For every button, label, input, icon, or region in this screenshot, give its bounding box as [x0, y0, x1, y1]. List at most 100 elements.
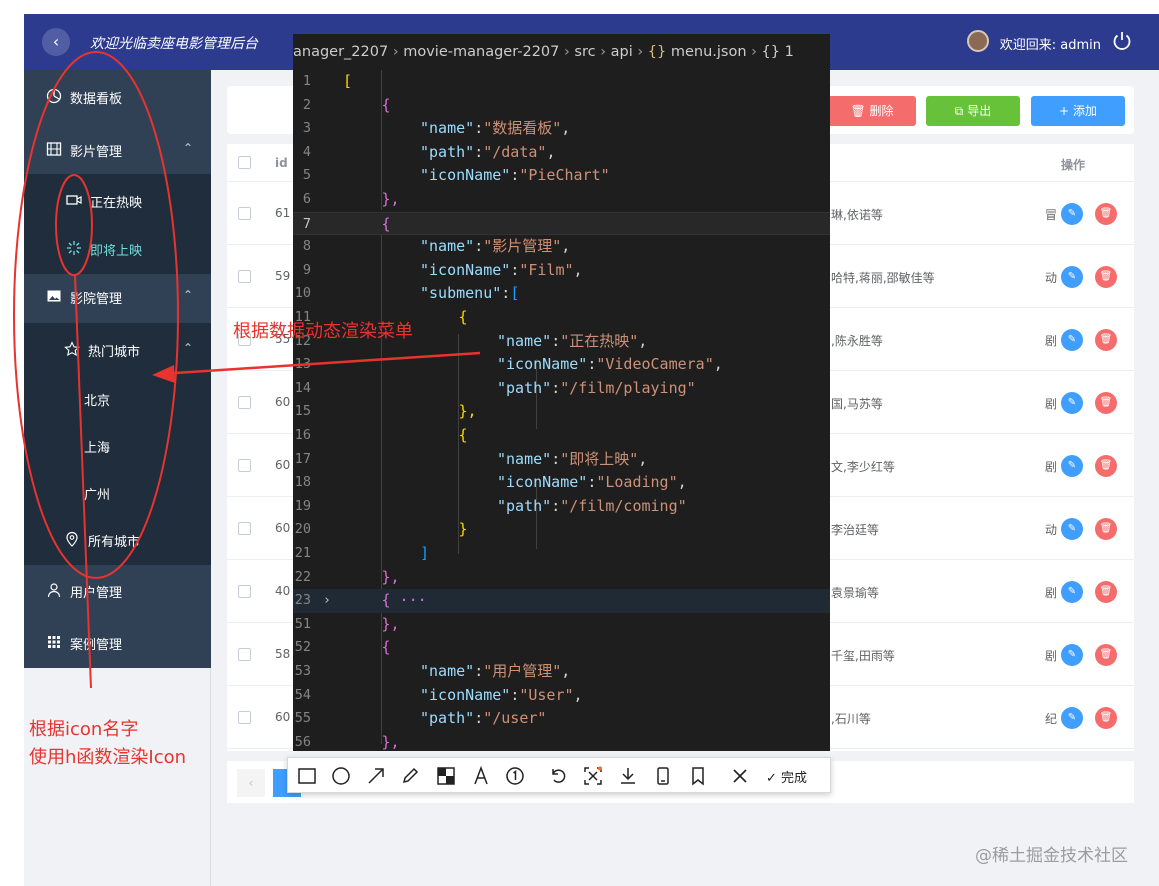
code-line[interactable]: 8 "name":"影片管理", [293, 235, 830, 259]
breadcrumb-item[interactable]: 1 [785, 44, 794, 60]
number-tool-icon[interactable] [505, 766, 525, 786]
row-delete-button[interactable]: 🗑︎ [1095, 707, 1117, 729]
code-text: "iconName":"User", [420, 685, 583, 704]
sidebar-item-guangzhou[interactable]: 广州 [24, 466, 211, 518]
code-line[interactable]: 53 "name":"用户管理", [293, 660, 830, 684]
delete-button[interactable]: 🗑︎ 删除 [828, 96, 916, 126]
row-delete-button[interactable]: 🗑︎ [1095, 518, 1117, 540]
code-line[interactable]: 18 "iconName":"Loading", [293, 471, 830, 495]
sidebar-item-shanghai[interactable]: 上海 [24, 419, 211, 471]
pen-tool-icon[interactable] [400, 766, 420, 786]
mosaic-tool-icon[interactable] [436, 766, 456, 786]
row-checkbox[interactable] [238, 711, 251, 724]
row-delete-button[interactable]: 🗑︎ [1095, 455, 1117, 477]
code-line[interactable]: 16 { [293, 424, 830, 448]
fold-chevron-icon[interactable]: › [323, 589, 331, 613]
sidebar-item-all-cities[interactable]: 所有城市 [24, 513, 211, 565]
code-line[interactable]: 54 "iconName":"User", [293, 684, 830, 708]
row-checkbox[interactable] [238, 522, 251, 535]
code-line[interactable]: 21] [293, 542, 830, 566]
sidebar-item-users[interactable]: 用户管理 [24, 564, 211, 616]
row-checkbox[interactable] [238, 270, 251, 283]
sidebar-item-cases[interactable]: 案例管理 [24, 616, 211, 668]
text-tool-icon[interactable] [471, 766, 491, 786]
undo-icon[interactable] [548, 766, 568, 786]
row-checkbox[interactable] [238, 459, 251, 472]
ellipse-tool-icon[interactable] [331, 766, 351, 786]
edit-button[interactable]: ✎ [1061, 266, 1083, 288]
code-line[interactable]: 51}, [293, 613, 830, 637]
row-delete-button[interactable]: 🗑︎ [1095, 266, 1117, 288]
sidebar-item-cinema[interactable]: 影院管理 ⌃ [24, 270, 211, 322]
code-line[interactable]: 55 "path":"/user" [293, 707, 830, 731]
sidebar-item-film[interactable]: 影片管理 ⌃ [24, 123, 211, 175]
cell-id: 60 [275, 395, 291, 409]
rectangle-tool-icon[interactable] [297, 766, 317, 786]
arrow-tool-icon[interactable] [366, 766, 386, 786]
breadcrumb-item[interactable]: anager_2207 [293, 44, 388, 60]
code-line[interactable]: 20} [293, 518, 830, 542]
edit-button[interactable]: ✎ [1061, 518, 1083, 540]
close-icon[interactable] [730, 766, 750, 786]
code-line[interactable]: 14 "path":"/film/playing" [293, 377, 830, 401]
code-line[interactable]: 10 "submenu":[ [293, 282, 830, 306]
row-checkbox[interactable] [238, 207, 251, 220]
download-icon[interactable] [618, 766, 638, 786]
code-line[interactable]: 56}, [293, 731, 830, 751]
row-delete-button[interactable]: 🗑︎ [1095, 644, 1117, 666]
phone-icon[interactable] [653, 766, 673, 786]
code-line[interactable]: 15}, [293, 400, 830, 424]
sidebar-item-coming[interactable]: 即将上映 [24, 222, 211, 274]
ocr-icon[interactable] [583, 766, 603, 786]
code-line[interactable]: 9 "iconName":"Film", [293, 259, 830, 283]
avatar[interactable] [967, 30, 989, 52]
breadcrumb-item[interactable]: src [574, 44, 595, 60]
sidebar-item-hot-cities[interactable]: 热门城市 ⌃ [24, 323, 211, 375]
code-line[interactable]: 17 "name":"即将上映", [293, 448, 830, 472]
code-line[interactable]: 13 "iconName":"VideoCamera", [293, 353, 830, 377]
edit-button[interactable]: ✎ [1061, 329, 1083, 351]
prev-page-button[interactable]: ‹ [237, 769, 265, 797]
code-line[interactable]: 22}, [293, 566, 830, 590]
sidebar-item-beijing[interactable]: 北京 [24, 372, 211, 424]
power-icon[interactable] [1111, 30, 1133, 52]
select-all-checkbox[interactable] [238, 156, 251, 169]
row-delete-button[interactable]: 🗑︎ [1095, 329, 1117, 351]
code-line[interactable]: 3 "name":"数据看板", [293, 117, 830, 141]
row-checkbox[interactable] [238, 396, 251, 409]
finish-button[interactable]: ✓ 完成 [766, 767, 807, 786]
code-line[interactable]: 1[ [293, 70, 830, 94]
json-punct: , [561, 119, 571, 138]
pin-icon[interactable] [688, 766, 708, 786]
code-line[interactable]: 2{ [293, 94, 830, 118]
code-line[interactable]: 4 "path":"/data", [293, 141, 830, 165]
edit-button[interactable]: ✎ [1061, 644, 1083, 666]
row-delete-button[interactable]: 🗑︎ [1095, 392, 1117, 414]
edit-button[interactable]: ✎ [1061, 581, 1083, 603]
code-text: "path":"/user" [420, 709, 547, 728]
sidebar-item-playing[interactable]: 正在热映 [24, 174, 211, 226]
export-button[interactable]: ⧉ 导出 [926, 96, 1020, 126]
breadcrumb-item[interactable]: menu.json [671, 44, 747, 60]
edit-button[interactable]: ✎ [1061, 392, 1083, 414]
trash-icon: 🗑︎ [850, 104, 866, 118]
code-line[interactable]: 7{ [293, 211, 830, 236]
row-delete-button[interactable]: 🗑︎ [1095, 581, 1117, 603]
code-line[interactable]: 52 { [293, 636, 830, 660]
row-delete-button[interactable]: 🗑︎ [1095, 203, 1117, 225]
breadcrumb-item[interactable]: api [611, 44, 633, 60]
sidebar-item-dashboard[interactable]: 数据看板 [24, 70, 211, 122]
collapse-button[interactable]: ‹ [42, 28, 70, 56]
edit-button[interactable]: ✎ [1061, 455, 1083, 477]
code-line[interactable]: 5 "iconName":"PieChart" [293, 164, 830, 188]
edit-button[interactable]: ✎ [1061, 203, 1083, 225]
code-line[interactable]: 23 › { ··· [293, 589, 830, 613]
code-line[interactable]: 6}, [293, 188, 830, 212]
code-text: "name":"正在热映", [497, 331, 648, 350]
add-button[interactable]: + 添加 [1031, 96, 1125, 126]
edit-button[interactable]: ✎ [1061, 707, 1083, 729]
row-checkbox[interactable] [238, 585, 251, 598]
code-line[interactable]: 19 "path":"/film/coming" [293, 495, 830, 519]
breadcrumb-item[interactable]: movie-manager-2207 [403, 44, 559, 60]
row-checkbox[interactable] [238, 648, 251, 661]
